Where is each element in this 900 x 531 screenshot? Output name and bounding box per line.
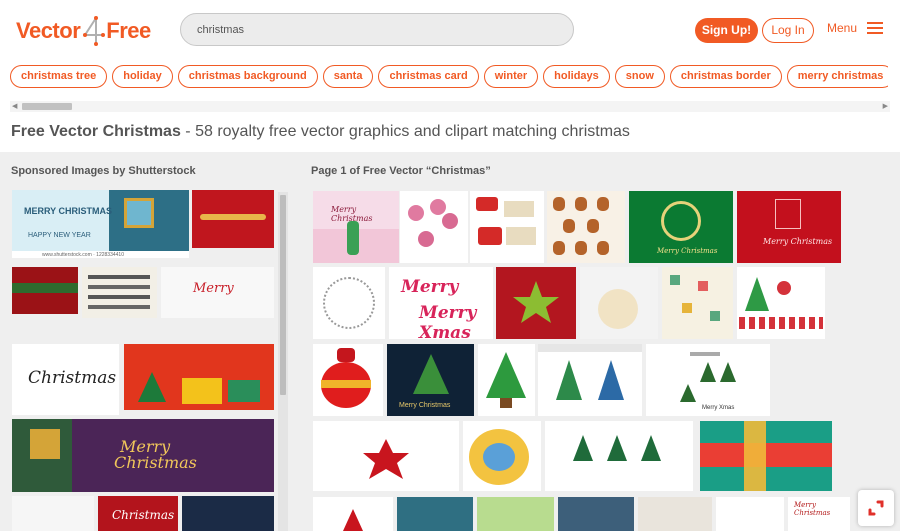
site-logo[interactable]: Vector Free — [16, 15, 151, 47]
tag-strip: christmas tree holiday christmas backgroun… — [10, 65, 888, 89]
result-image-6[interactable]: Merry Christmas — [737, 191, 841, 263]
signup-button[interactable]: Sign Up! — [695, 18, 758, 43]
image-text: Christmas — [112, 508, 175, 522]
sponsored-image-2[interactable] — [192, 190, 274, 248]
sponsored-image-3[interactable] — [12, 267, 78, 314]
result-image-28[interactable]: Merry Christmas — [788, 497, 850, 531]
image-text: Christmas — [28, 368, 117, 388]
tag-winter[interactable]: winter — [483, 65, 539, 88]
sponsored-image-4[interactable] — [82, 267, 157, 318]
result-image-20[interactable] — [545, 421, 693, 491]
result-image-10[interactable] — [580, 267, 658, 339]
heading-rest: - 58 royalty free vector graphics and cl… — [180, 123, 630, 140]
page-heading: Free Vector Christmas - 58 royalty free … — [11, 123, 630, 141]
image-text: HAPPY NEW YEAR — [28, 232, 91, 239]
result-image-18[interactable] — [313, 421, 459, 491]
result-image-3[interactable] — [470, 191, 544, 263]
feedback-button[interactable] — [858, 490, 894, 526]
result-image-25[interactable] — [558, 497, 634, 531]
image-text: Merry Xmas — [702, 405, 735, 411]
result-image-19[interactable] — [463, 421, 541, 491]
image-text: Merry — [401, 277, 459, 297]
sponsored-image-8[interactable]: Merry Christmas — [12, 419, 274, 492]
result-image-16[interactable] — [538, 344, 642, 416]
tag-merry-christmas[interactable]: merry christmas — [786, 65, 888, 88]
tag-christmas-border[interactable]: christmas border — [669, 65, 782, 88]
menu-button[interactable]: Menu — [827, 21, 884, 35]
sponsored-title: Sponsored Images by Shutterstock — [11, 165, 196, 177]
result-image-12[interactable] — [737, 267, 825, 339]
tag-scrollbar[interactable]: ◀ ▶ — [10, 101, 890, 112]
tag-christmas-tree[interactable]: christmas tree — [10, 65, 108, 88]
scroll-left-icon[interactable]: ◀ — [12, 102, 17, 110]
sponsored-panel: Sponsored Images by Shutterstock MERRY C… — [0, 152, 300, 531]
result-image-27[interactable] — [716, 497, 784, 531]
sponsored-image-6[interactable]: Christmas — [12, 344, 119, 415]
image-text: Christmas — [114, 453, 197, 472]
result-image-17[interactable]: Merry Xmas — [646, 344, 770, 416]
result-image-5[interactable]: Merry Christmas — [629, 191, 733, 263]
sponsored-image-11[interactable] — [182, 496, 274, 531]
result-image-4[interactable] — [547, 191, 625, 263]
sponsored-image-9[interactable] — [12, 496, 94, 531]
image-text: Merry Christmas — [657, 247, 718, 255]
result-image-1[interactable]: Merry Christmas — [313, 191, 399, 263]
results-title: Page 1 of Free Vector “Christmas” — [311, 165, 491, 177]
scrollbar-thumb[interactable] — [22, 103, 72, 110]
heading-bold: Free Vector Christmas — [11, 123, 181, 140]
image-text: Merry Christmas — [399, 402, 451, 409]
image-text: Merry — [193, 281, 234, 296]
result-image-8[interactable]: Merry Merry Xmas — [389, 267, 493, 339]
hamburger-icon — [867, 22, 884, 34]
result-image-22[interactable] — [313, 497, 393, 531]
sponsored-scrollbar[interactable] — [278, 192, 288, 531]
tag-santa[interactable]: santa — [322, 65, 374, 88]
result-image-11[interactable] — [662, 267, 733, 339]
result-image-7[interactable] — [313, 267, 385, 339]
login-button[interactable]: Log In — [762, 18, 814, 43]
search-input[interactable] — [180, 13, 574, 46]
result-image-21[interactable] — [700, 421, 832, 491]
image-text: MERRY CHRISTMAS — [24, 206, 113, 216]
top-header: Vector Free Sign Up! Log In Menu — [0, 0, 900, 60]
tag-christmas-card[interactable]: christmas card — [378, 65, 479, 88]
result-image-23[interactable] — [397, 497, 473, 531]
result-image-26[interactable] — [638, 497, 712, 531]
sponsored-image-5[interactable]: Merry — [161, 267, 274, 318]
sponsored-image-1[interactable]: MERRY CHRISTMAS HAPPY NEW YEAR www.shutt… — [12, 190, 189, 258]
result-image-15[interactable] — [478, 344, 535, 416]
image-text: Merry Christmas — [763, 237, 833, 246]
logo-word-free: Free — [106, 18, 151, 43]
tag-christmas-background[interactable]: christmas background — [177, 65, 318, 88]
result-image-24[interactable] — [477, 497, 554, 531]
image-text: Merry Christmas — [331, 205, 373, 223]
tag-holiday[interactable]: holiday — [112, 65, 173, 88]
scrollbar-thumb[interactable] — [280, 195, 286, 395]
tag-holidays[interactable]: holidays — [543, 65, 610, 88]
result-image-2[interactable] — [400, 191, 468, 263]
image-text: www.shutterstock.com · 1228334410 — [42, 252, 124, 258]
image-text: Merry Xmas — [419, 303, 477, 339]
image-text: Merry Christmas — [794, 501, 831, 517]
sponsored-image-10[interactable]: Christmas — [98, 496, 178, 531]
results-panel: Page 1 of Free Vector “Christmas” Merry … — [300, 152, 900, 531]
logo-word-vector: Vector — [16, 18, 81, 43]
result-image-13[interactable] — [313, 344, 383, 416]
logo-four-icon — [81, 16, 106, 46]
scroll-right-icon[interactable]: ▶ — [883, 102, 888, 110]
menu-label: Menu — [827, 21, 858, 35]
corner-bracket-icon — [868, 500, 884, 516]
sponsored-image-7[interactable] — [124, 344, 274, 410]
result-image-9[interactable] — [496, 267, 576, 339]
result-image-14[interactable]: Merry Christmas — [387, 344, 474, 416]
tag-snow[interactable]: snow — [614, 65, 665, 88]
